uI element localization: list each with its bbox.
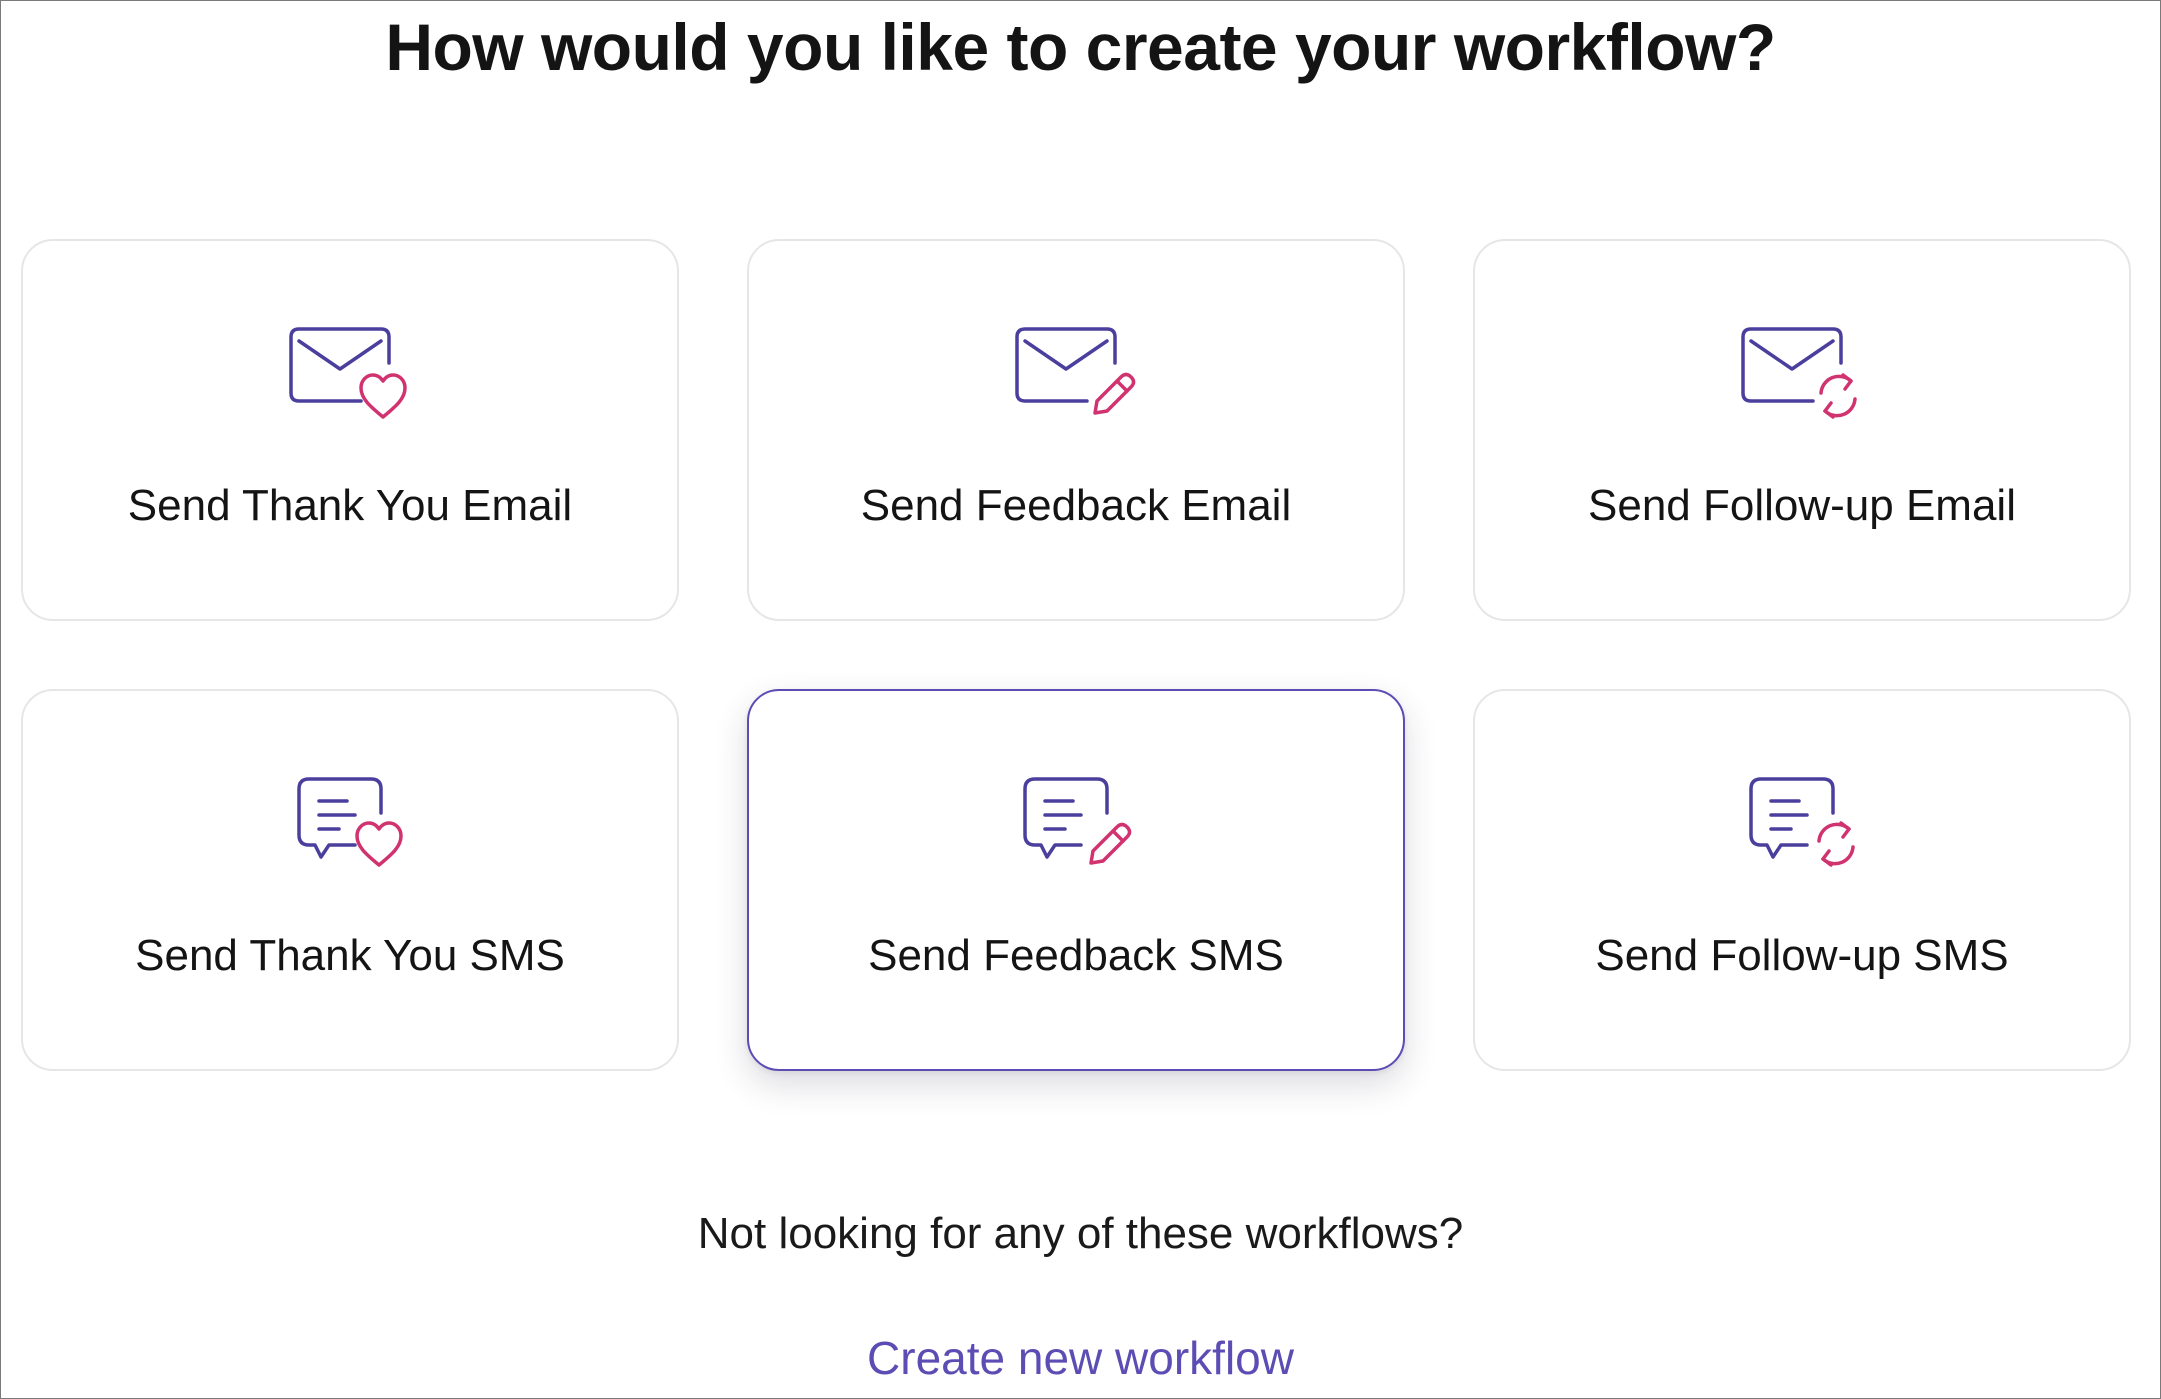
mail-heart-icon bbox=[285, 323, 415, 423]
workflow-chooser: How would you like to create your workfl… bbox=[0, 0, 2161, 1399]
card-send-follow-up-sms[interactable]: Send Follow-up SMS bbox=[1473, 689, 2131, 1071]
card-label: Send Follow-up Email bbox=[1588, 481, 2016, 530]
card-label: Send Follow-up SMS bbox=[1595, 931, 2009, 980]
card-send-follow-up-email[interactable]: Send Follow-up Email bbox=[1473, 239, 2131, 621]
no-match-question: Not looking for any of these workflows? bbox=[697, 1209, 1464, 1258]
card-label: Send Feedback SMS bbox=[868, 931, 1284, 980]
card-send-thank-you-email[interactable]: Send Thank You Email bbox=[21, 239, 679, 621]
create-new-workflow-link[interactable]: Create new workflow bbox=[867, 1331, 1294, 1385]
mail-pencil-icon bbox=[1011, 323, 1141, 423]
sms-refresh-icon bbox=[1737, 773, 1867, 873]
page-title: How would you like to create your workfl… bbox=[385, 10, 1776, 84]
card-label: Send Thank You Email bbox=[127, 481, 573, 530]
card-send-feedback-email[interactable]: Send Feedback Email bbox=[747, 239, 1405, 621]
sms-pencil-icon bbox=[1011, 773, 1141, 873]
card-label: Send Thank You SMS bbox=[135, 931, 565, 980]
card-label: Send Feedback Email bbox=[860, 481, 1292, 530]
card-send-feedback-sms[interactable]: Send Feedback SMS bbox=[747, 689, 1405, 1071]
card-send-thank-you-sms[interactable]: Send Thank You SMS bbox=[21, 689, 679, 1071]
mail-refresh-icon bbox=[1737, 323, 1867, 423]
sms-heart-icon bbox=[285, 773, 415, 873]
